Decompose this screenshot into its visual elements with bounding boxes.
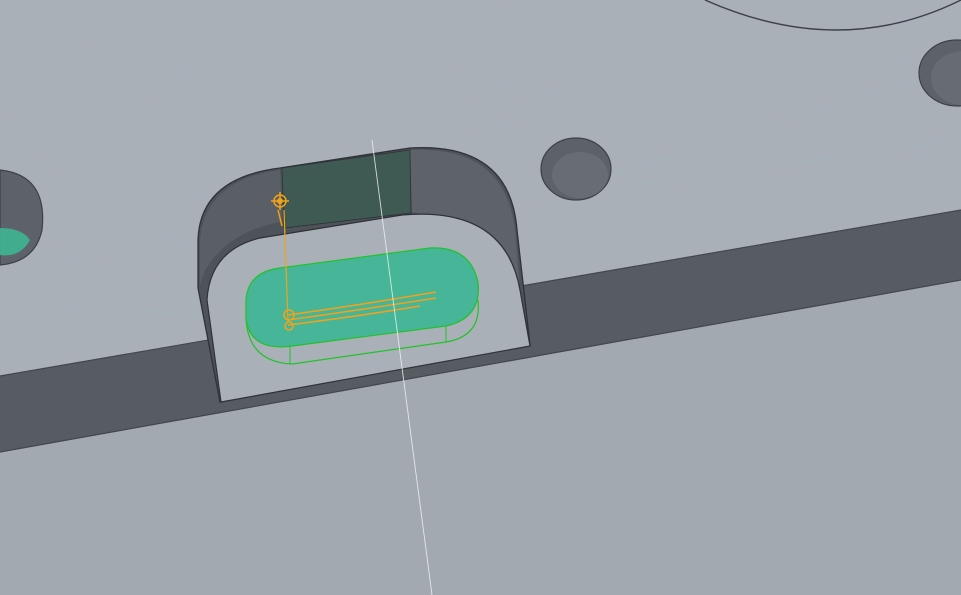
round-hole-center[interactable] <box>540 137 612 201</box>
cad-viewport[interactable] <box>0 0 961 595</box>
